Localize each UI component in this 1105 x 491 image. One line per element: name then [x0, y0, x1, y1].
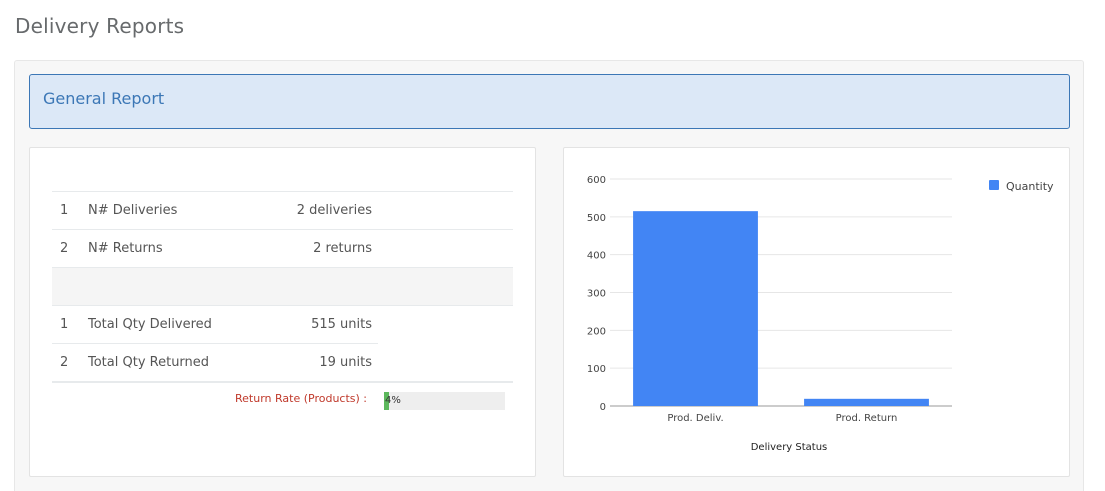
- section-title: General Report: [43, 89, 165, 108]
- x-axis-title: Delivery Status: [751, 442, 828, 453]
- row-number: 1: [52, 191, 88, 230]
- row-value: 2 deliveries: [238, 191, 378, 230]
- divider-cell: [52, 267, 513, 306]
- row-number: 2: [52, 229, 88, 268]
- row-spacer: [378, 191, 513, 230]
- return-rate-text: 4%: [385, 395, 401, 406]
- row-spacer: [378, 305, 513, 344]
- table-divider-row: [52, 267, 513, 306]
- table-end-cell: [52, 381, 513, 383]
- table-row: 1 N# Deliveries 2 deliveries: [52, 191, 513, 230]
- stats-card: 1 N# Deliveries 2 deliveries 2 N# Return…: [29, 147, 536, 477]
- y-tick-label: 300: [587, 289, 606, 300]
- return-rate-progress: 4%: [384, 392, 505, 410]
- bar: [804, 398, 929, 406]
- y-tick-label: 200: [587, 326, 606, 337]
- row-value: 2 returns: [238, 229, 378, 268]
- table-row: 2 Total Qty Returned 19 units: [52, 343, 513, 382]
- row-value: 515 units: [238, 305, 378, 344]
- x-tick-label: Prod. Deliv.: [667, 413, 723, 424]
- legend-swatch: [989, 180, 999, 190]
- x-tick-label: Prod. Return: [836, 413, 898, 424]
- row-label: N# Returns: [88, 229, 238, 268]
- return-rate-label: Return Rate (Products) :: [235, 392, 367, 405]
- row-label: Total Qty Returned: [88, 343, 238, 382]
- y-tick-label: 0: [600, 402, 606, 413]
- table-row: 2 N# Returns 2 returns: [52, 229, 513, 268]
- chart-card: 0 100 200 300 400 500 600 Prod. Deliv. Prod. Ret…: [563, 147, 1070, 477]
- y-tick-label: 500: [587, 213, 606, 224]
- table-row: 1 Total Qty Delivered 515 units: [52, 305, 513, 344]
- row-number: 2: [52, 343, 88, 382]
- row-label: N# Deliveries: [88, 191, 238, 230]
- page-title: Delivery Reports: [15, 14, 185, 38]
- row-spacer: [378, 344, 513, 382]
- legend-label: Quantity: [1006, 180, 1054, 193]
- row-value: 19 units: [238, 343, 378, 382]
- row-label: Total Qty Delivered: [88, 305, 238, 344]
- section-header: General Report: [29, 74, 1070, 129]
- y-tick-label: 400: [587, 251, 606, 262]
- stats-table: 1 N# Deliveries 2 deliveries 2 N# Return…: [52, 191, 513, 383]
- row-spacer: [378, 229, 513, 268]
- y-tick-label: 100: [587, 364, 606, 375]
- row-number: 1: [52, 305, 88, 344]
- y-tick-label: 600: [587, 175, 606, 186]
- table-end-row: [52, 381, 513, 383]
- bar-chart: 0 100 200 300 400 500 600 Prod. Deliv. Prod. Ret…: [587, 175, 1054, 453]
- bar: [633, 211, 758, 406]
